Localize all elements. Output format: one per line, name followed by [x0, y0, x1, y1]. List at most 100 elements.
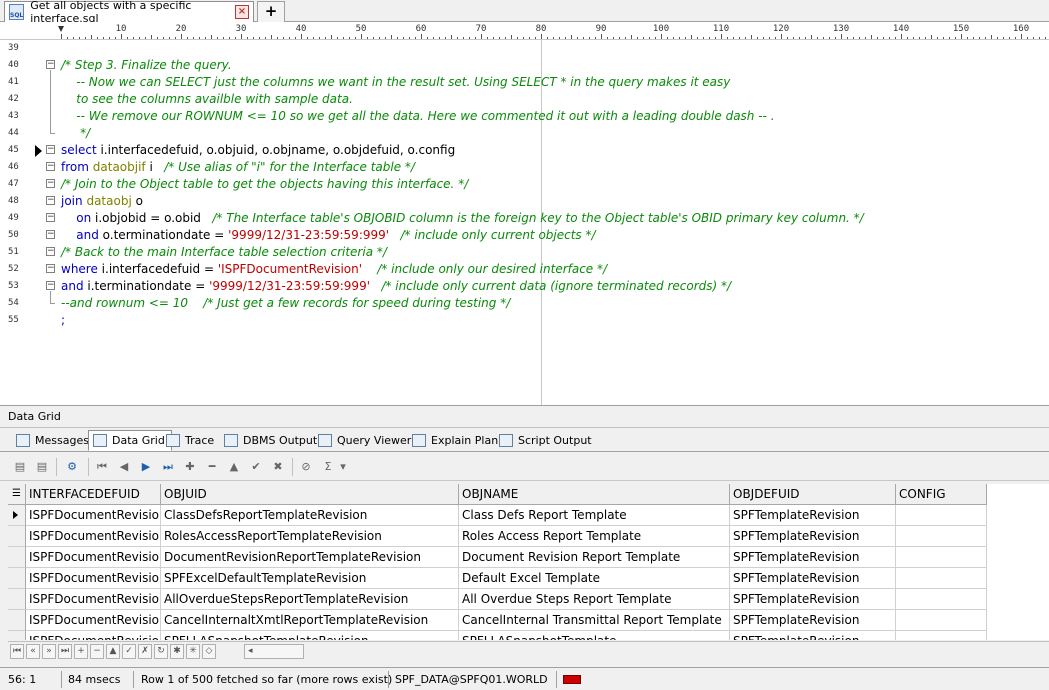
- nav-asterisk-icon[interactable]: ✱: [170, 644, 184, 659]
- nav-prior-page-icon[interactable]: «: [26, 644, 40, 659]
- nav-filter-icon[interactable]: ✳: [186, 644, 200, 659]
- fold-toggle-icon[interactable]: −: [46, 179, 55, 188]
- table-cell[interactable]: CancelInternal Transmittal Report Templa…: [459, 610, 730, 631]
- row-indicator[interactable]: [8, 547, 26, 568]
- row-indicator[interactable]: [8, 505, 26, 526]
- fold-toggle-icon[interactable]: −: [46, 145, 55, 154]
- sql-editor[interactable]: 39 40−/* Step 3. Finalize the query. 41 --…: [0, 40, 1049, 405]
- code-line[interactable]: and o.terminationdate = '9999/12/31-23:5…: [61, 227, 595, 244]
- table-cell[interactable]: ISPFDocumentRevision: [26, 610, 161, 631]
- fold-toggle-icon[interactable]: −: [46, 196, 55, 205]
- code-line[interactable]: /* Join to the Object table to get the o…: [61, 176, 468, 193]
- code-line[interactable]: -- We remove our ROWNUM <= 10 so we get …: [61, 108, 774, 125]
- row-indicator[interactable]: [8, 526, 26, 547]
- insert-record-icon[interactable]: ✚: [182, 459, 198, 475]
- row-indicator[interactable]: [8, 610, 26, 631]
- code-line[interactable]: */: [61, 125, 90, 142]
- nav-refresh-icon[interactable]: ↻: [154, 644, 168, 659]
- table-cell[interactable]: ISPFDocumentRevision: [26, 631, 161, 640]
- table-cell[interactable]: AllOverdueStepsReportTemplateRevision: [161, 589, 459, 610]
- table-cell[interactable]: ISPFDocumentRevision: [26, 505, 161, 526]
- code-line[interactable]: join dataobj o: [61, 193, 143, 210]
- column-header[interactable]: OBJDEFUID: [730, 484, 896, 505]
- column-header[interactable]: OBJNAME: [459, 484, 730, 505]
- table-cell[interactable]: ISPFDocumentRevision: [26, 589, 161, 610]
- table-row[interactable]: ISPFDocumentRevision ClassDefsReportTempl…: [8, 505, 987, 526]
- first-record-icon[interactable]: ⏮: [94, 459, 110, 475]
- cancel-edit-icon[interactable]: ✖: [270, 459, 286, 475]
- table-row[interactable]: ISPFDocumentRevision AllOverdueStepsRepor…: [8, 589, 987, 610]
- edit-record-icon[interactable]: ▲: [226, 459, 242, 475]
- export-icon[interactable]: ▤: [12, 459, 28, 475]
- table-cell[interactable]: RolesAccessReportTemplateRevision: [161, 526, 459, 547]
- next-record-icon[interactable]: ▶: [138, 459, 154, 475]
- column-header[interactable]: INTERFACEDEFUID: [26, 484, 161, 505]
- prior-record-icon[interactable]: ◀: [116, 459, 132, 475]
- nav-bookmark-icon[interactable]: ◇: [202, 644, 216, 659]
- table-cell[interactable]: SPFExcelDefaultTemplateRevision: [161, 568, 459, 589]
- code-line[interactable]: where i.interfacedefuid = 'ISPFDocumentR…: [61, 261, 607, 278]
- table-cell[interactable]: [896, 547, 987, 568]
- tab-script-output[interactable]: Script Output: [495, 430, 598, 451]
- code-line[interactable]: from dataobjif i /* Use alias of "i" for…: [61, 159, 415, 176]
- table-cell[interactable]: Default Excel Template: [459, 568, 730, 589]
- table-row[interactable]: ISPFDocumentRevision SPFExcelDefaultTempl…: [8, 568, 987, 589]
- table-cell[interactable]: SPFLLASnapshotTemplate: [459, 631, 730, 640]
- table-cell[interactable]: SPFTemplateRevision: [730, 589, 896, 610]
- table-row[interactable]: ISPFDocumentRevision DocumentRevisionRepo…: [8, 547, 987, 568]
- delete-record-icon[interactable]: ━: [204, 459, 220, 475]
- code-line[interactable]: select i.interfacedefuid, o.objuid, o.ob…: [61, 142, 455, 159]
- fold-toggle-icon[interactable]: −: [46, 60, 55, 69]
- table-cell[interactable]: ISPFDocumentRevision: [26, 568, 161, 589]
- table-cell[interactable]: DocumentRevisionReportTemplateRevision: [161, 547, 459, 568]
- nav-insert-icon[interactable]: +: [74, 644, 88, 659]
- fold-toggle-icon[interactable]: −: [46, 213, 55, 222]
- code-line[interactable]: --and rownum <= 10 /* Just get a few rec…: [61, 295, 510, 312]
- table-cell[interactable]: SPFLLASnapshotTemplateRevision: [161, 631, 459, 640]
- code-line[interactable]: /* Step 3. Finalize the query.: [61, 57, 232, 74]
- close-tab-icon[interactable]: ×: [235, 5, 249, 19]
- grid-settings-icon[interactable]: ⚙: [64, 459, 80, 475]
- table-cell[interactable]: SPFTemplateRevision: [730, 526, 896, 547]
- fold-toggle-icon[interactable]: −: [46, 281, 55, 290]
- nav-up-icon[interactable]: ▲: [106, 644, 120, 659]
- nav-next-page-icon[interactable]: »: [42, 644, 56, 659]
- horizontal-scroll-left-icon[interactable]: ◂: [244, 644, 304, 659]
- table-cell[interactable]: [896, 526, 987, 547]
- nav-check-icon[interactable]: ✓: [122, 644, 136, 659]
- table-cell[interactable]: SPFTemplateRevision: [730, 631, 896, 640]
- table-row[interactable]: ISPFDocumentRevision CancelInternaltXmtlR…: [8, 610, 987, 631]
- fold-toggle-icon[interactable]: −: [46, 230, 55, 239]
- sum-dropdown-icon[interactable]: ▾: [338, 459, 348, 475]
- last-record-icon[interactable]: ⏭: [160, 459, 176, 475]
- sql-file-tab[interactable]: SQL Get all objects with a specific inte…: [4, 0, 254, 25]
- fold-toggle-icon[interactable]: −: [46, 264, 55, 273]
- row-indicator[interactable]: [8, 589, 26, 610]
- code-line[interactable]: ;: [61, 312, 65, 329]
- print-icon[interactable]: ▤: [34, 459, 50, 475]
- code-line[interactable]: /* Back to the main Interface table sele…: [61, 244, 387, 261]
- table-cell[interactable]: [896, 589, 987, 610]
- table-row[interactable]: ISPFDocumentRevision RolesAccessReportTem…: [8, 526, 987, 547]
- table-cell[interactable]: [896, 505, 987, 526]
- table-cell[interactable]: ISPFDocumentRevision: [26, 547, 161, 568]
- tab-query-viewer[interactable]: Query Viewer: [314, 430, 417, 451]
- table-cell[interactable]: SPFTemplateRevision: [730, 610, 896, 631]
- tab-explain-plan[interactable]: Explain Plan: [408, 430, 504, 451]
- nav-first-icon[interactable]: ⏮: [10, 644, 24, 659]
- table-cell[interactable]: SPFTemplateRevision: [730, 547, 896, 568]
- results-grid[interactable]: ☰ INTERFACEDEFUID OBJUID OBJNAME OBJDEFUID CO…: [8, 484, 1049, 640]
- table-row[interactable]: ISPFDocumentRevisionSPFLLASnapshotTempla…: [8, 631, 987, 640]
- table-cell[interactable]: [896, 631, 987, 640]
- table-cell[interactable]: SPFTemplateRevision: [730, 568, 896, 589]
- table-cell[interactable]: All Overdue Steps Report Template: [459, 589, 730, 610]
- tab-messages[interactable]: Messages: [12, 430, 95, 451]
- table-cell[interactable]: ISPFDocumentRevision: [26, 526, 161, 547]
- nav-cancel-icon[interactable]: ✗: [138, 644, 152, 659]
- table-cell[interactable]: Document Revision Report Template: [459, 547, 730, 568]
- table-cell[interactable]: SPFTemplateRevision: [730, 505, 896, 526]
- fold-toggle-icon[interactable]: −: [46, 162, 55, 171]
- code-line[interactable]: -- Now we can SELECT just the columns we…: [61, 74, 730, 91]
- table-cell[interactable]: [896, 568, 987, 589]
- tab-data-grid[interactable]: Data Grid: [88, 430, 172, 451]
